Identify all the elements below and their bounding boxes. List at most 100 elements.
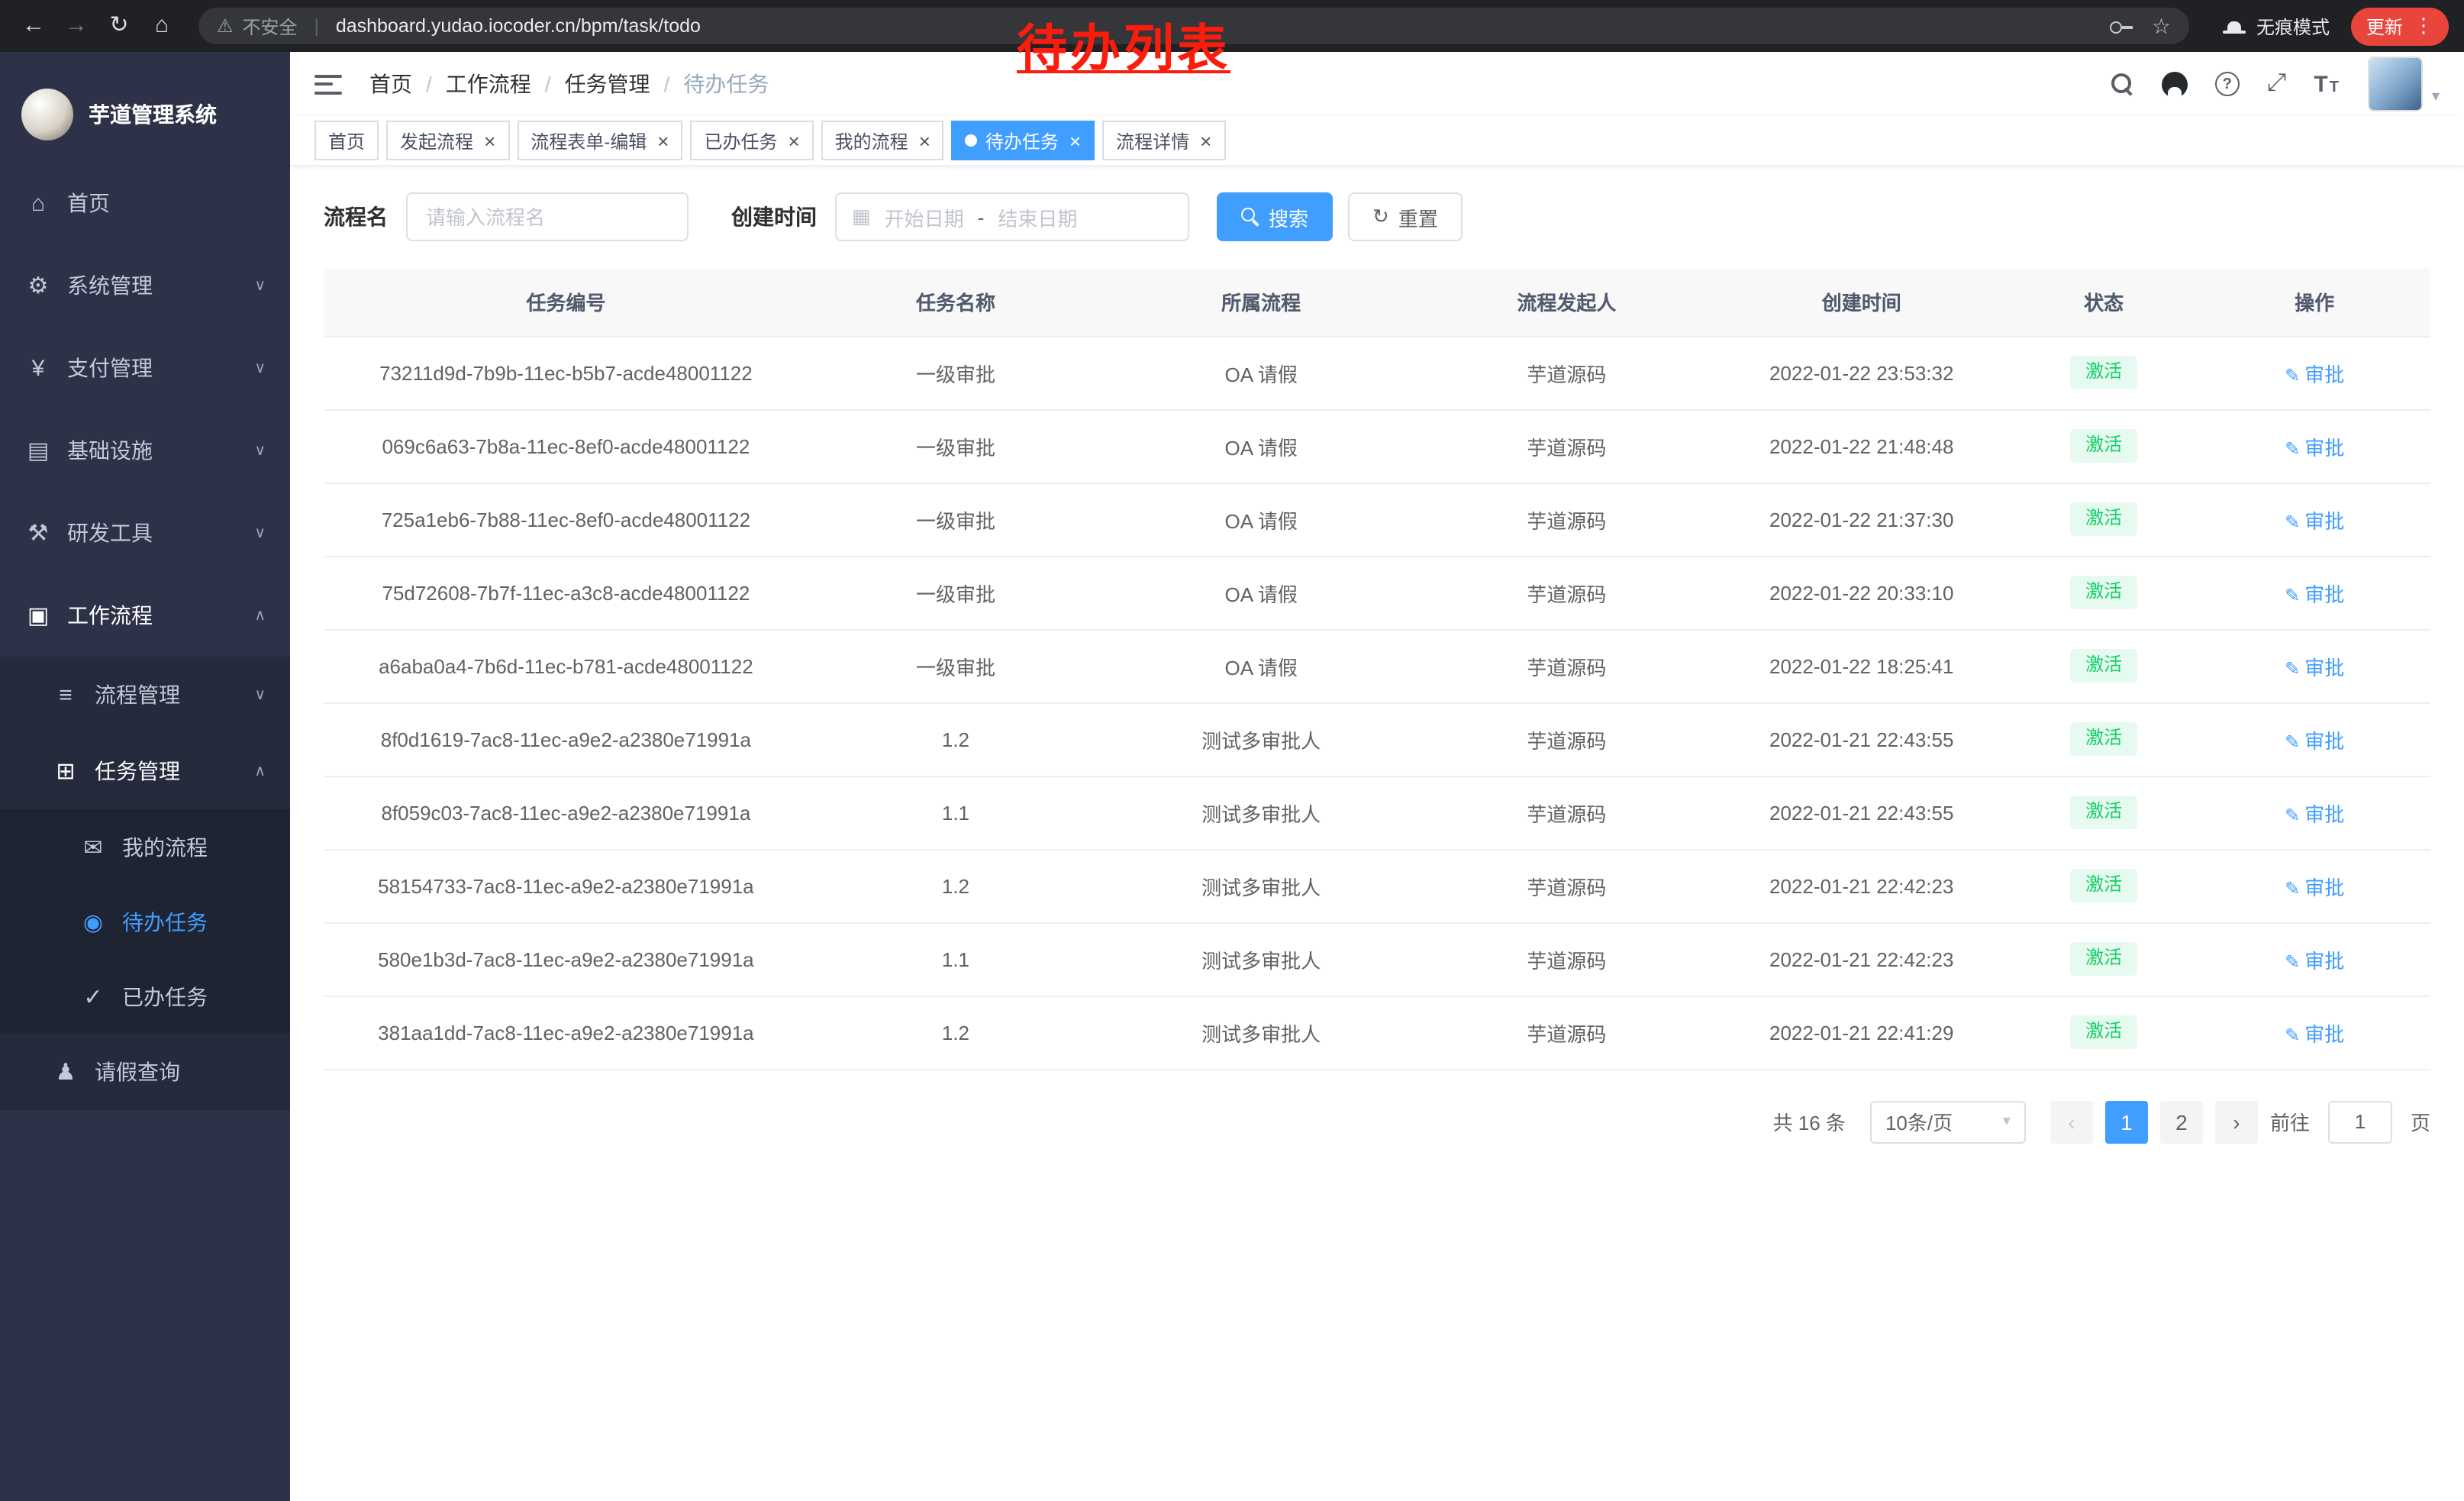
avatar[interactable] bbox=[2368, 56, 2423, 111]
menu-dots-icon[interactable]: ⋮ bbox=[2414, 14, 2433, 38]
status-cell: 激活 bbox=[2009, 629, 2198, 702]
close-icon[interactable]: × bbox=[788, 131, 799, 150]
approve-link[interactable]: ✎审批 bbox=[2285, 436, 2344, 459]
tags-bar: 首页发起流程×流程表单-编辑×已办任务×我的流程×待办任务×流程详情× bbox=[290, 116, 2464, 165]
tab-item[interactable]: 首页 bbox=[314, 121, 379, 160]
approve-link[interactable]: ✎审批 bbox=[2285, 802, 2344, 825]
start-date-placeholder[interactable]: 开始日期 bbox=[885, 202, 964, 231]
fullscreen-icon[interactable]: ⤢ bbox=[2267, 70, 2287, 98]
sidebar-toggle-icon[interactable] bbox=[314, 74, 342, 94]
sidebar-item-todo-task[interactable]: ◉ 待办任务 bbox=[0, 884, 290, 959]
chevron-down-icon: ∨ bbox=[254, 525, 266, 541]
table-row: a6aba0a4-7b6d-11ec-b781-acde48001122一级审批… bbox=[324, 629, 2430, 702]
approve-link[interactable]: ✎审批 bbox=[2285, 363, 2344, 386]
page-button-1[interactable]: 1 bbox=[2105, 1100, 2148, 1143]
approve-link[interactable]: ✎审批 bbox=[2285, 583, 2344, 605]
approve-link[interactable]: ✎审批 bbox=[2285, 656, 2344, 679]
security-label[interactable]: 不安全 bbox=[243, 13, 298, 39]
divider: | bbox=[314, 15, 319, 37]
approve-link[interactable]: ✎审批 bbox=[2285, 729, 2344, 752]
screen: ← → ↻ ⌂ ⚠ 不安全 | dashboard.yudao.iocoder.… bbox=[0, 0, 2464, 1501]
end-date-placeholder[interactable]: 结束日期 bbox=[998, 202, 1077, 231]
tab-item[interactable]: 已办任务 × bbox=[690, 121, 813, 160]
breadcrumb-item[interactable]: 任务管理 bbox=[565, 69, 650, 99]
tab-label: 已办任务 bbox=[704, 128, 777, 153]
table-row: 8f0d1619-7ac8-11ec-a9e2-a2380e71991a1.2测… bbox=[324, 702, 2430, 776]
edit-icon: ✎ bbox=[2285, 951, 2300, 972]
create-time: 2022-01-22 18:25:41 bbox=[1714, 629, 2009, 702]
approve-link[interactable]: ✎审批 bbox=[2285, 509, 2344, 532]
process-starter: 芋道源码 bbox=[1419, 922, 1714, 996]
action-cell: ✎审批 bbox=[2198, 849, 2430, 922]
approve-link[interactable]: ✎审批 bbox=[2285, 1022, 2344, 1045]
app-logo-row[interactable]: 芋道管理系统 bbox=[0, 52, 290, 162]
forward-icon[interactable]: → bbox=[58, 0, 95, 52]
sidebar-item-infra[interactable]: ▤ 基础设施 ∨ bbox=[0, 409, 290, 492]
approve-link[interactable]: ✎审批 bbox=[2285, 949, 2344, 972]
tab-item[interactable]: 发起流程× bbox=[386, 121, 509, 160]
font-size-icon[interactable]: TT bbox=[2314, 71, 2340, 97]
breadcrumb-item: 待办任务 bbox=[683, 69, 769, 99]
tab-item[interactable]: 流程详情× bbox=[1102, 121, 1225, 160]
main-area: 首页/工作流程/任务管理/待办任务 ? ⤢ TT ▾ 首页发起流程×流程表单-编… bbox=[290, 52, 2464, 1501]
status-cell: 激活 bbox=[2009, 996, 2198, 1069]
sidebar-item-leave-query[interactable]: ♟ 请假查询 bbox=[0, 1034, 290, 1110]
url-text[interactable]: dashboard.yudao.iocoder.cn/bpm/task/todo bbox=[336, 15, 701, 37]
sidebar-item-workflow[interactable]: ▣ 工作流程 ∧ bbox=[0, 574, 290, 657]
search-button[interactable]: 搜索 bbox=[1217, 192, 1333, 241]
page-size-select[interactable]: 10条/页 ▾ bbox=[1870, 1100, 2026, 1143]
total-count: 共 16 条 bbox=[1773, 1107, 1846, 1136]
sidebar-item-payment[interactable]: ¥ 支付管理 ∨ bbox=[0, 327, 290, 409]
process-name: 测试多审批人 bbox=[1103, 996, 1419, 1069]
task-name: 1.2 bbox=[808, 996, 1103, 1069]
close-icon[interactable]: × bbox=[919, 131, 930, 150]
task-submenu: ✉ 我的流程 ◉ 待办任务 ✓ 已办任务 bbox=[0, 809, 290, 1034]
task-name: 一级审批 bbox=[808, 409, 1103, 483]
github-icon[interactable] bbox=[2162, 71, 2188, 97]
back-icon[interactable]: ← bbox=[15, 0, 52, 52]
sidebar-item-devtools[interactable]: ⚒ 研发工具 ∨ bbox=[0, 492, 290, 574]
reset-button[interactable]: ↻ 重置 bbox=[1348, 192, 1463, 241]
close-icon[interactable]: × bbox=[1200, 131, 1211, 150]
date-range-picker[interactable]: ▦ 开始日期 - 结束日期 bbox=[835, 192, 1189, 241]
tab-item[interactable]: 我的流程× bbox=[821, 121, 944, 160]
column-header: 任务名称 bbox=[808, 269, 1103, 336]
edit-icon: ✎ bbox=[2285, 584, 2300, 605]
sidebar-item-label: 待办任务 bbox=[122, 906, 208, 937]
approve-link[interactable]: ✎审批 bbox=[2285, 876, 2344, 899]
breadcrumb-item[interactable]: 首页 bbox=[369, 69, 412, 99]
sidebar-item-system[interactable]: ⚙ 系统管理 ∨ bbox=[0, 244, 290, 327]
close-icon[interactable]: × bbox=[657, 131, 669, 150]
goto-page-input[interactable] bbox=[2328, 1100, 2392, 1143]
close-icon[interactable]: × bbox=[1069, 131, 1081, 150]
sidebar-item-home[interactable]: ⌂ 首页 bbox=[0, 162, 290, 244]
update-button[interactable]: 更新 ⋮ bbox=[2351, 7, 2449, 45]
chevron-down-icon: ∨ bbox=[254, 360, 266, 376]
key-icon[interactable] bbox=[2111, 21, 2133, 31]
breadcrumb-separator: / bbox=[426, 72, 432, 96]
prev-page-button[interactable]: ‹ bbox=[2050, 1100, 2093, 1143]
table-header-row: 任务编号任务名称所属流程流程发起人创建时间状态操作 bbox=[324, 269, 2430, 336]
sidebar-item-task-mgmt[interactable]: ⊞ 任务管理 ∧ bbox=[0, 733, 290, 809]
tab-active[interactable]: 待办任务× bbox=[952, 121, 1095, 160]
page-button-2[interactable]: 2 bbox=[2160, 1100, 2203, 1143]
sidebar-item-label: 基础设施 bbox=[67, 435, 153, 466]
tab-item[interactable]: 流程表单-编辑× bbox=[517, 121, 682, 160]
star-icon[interactable]: ☆ bbox=[2152, 13, 2171, 39]
home-icon[interactable]: ⌂ bbox=[144, 0, 180, 52]
refresh-icon[interactable]: ↻ bbox=[101, 0, 137, 52]
infrastructure-icon: ▤ bbox=[24, 437, 52, 464]
breadcrumb-item[interactable]: 工作流程 bbox=[446, 69, 531, 99]
close-icon[interactable]: × bbox=[484, 131, 495, 150]
sidebar-item-process-mgmt[interactable]: ≡ 流程管理 ∨ bbox=[0, 657, 290, 733]
chevron-down-icon[interactable]: ▾ bbox=[2432, 89, 2440, 105]
browser-chrome: ← → ↻ ⌂ ⚠ 不安全 | dashboard.yudao.iocoder.… bbox=[0, 0, 2464, 52]
sidebar-item-done-task[interactable]: ✓ 已办任务 bbox=[0, 959, 290, 1034]
sidebar-item-my-process[interactable]: ✉ 我的流程 bbox=[0, 809, 290, 884]
next-page-button[interactable]: › bbox=[2215, 1100, 2258, 1143]
status-cell: 激活 bbox=[2009, 336, 2198, 409]
search-icon[interactable] bbox=[2111, 73, 2134, 95]
question-icon[interactable]: ? bbox=[2215, 72, 2240, 96]
process-name-input[interactable] bbox=[406, 192, 689, 241]
action-cell: ✎审批 bbox=[2198, 629, 2430, 702]
